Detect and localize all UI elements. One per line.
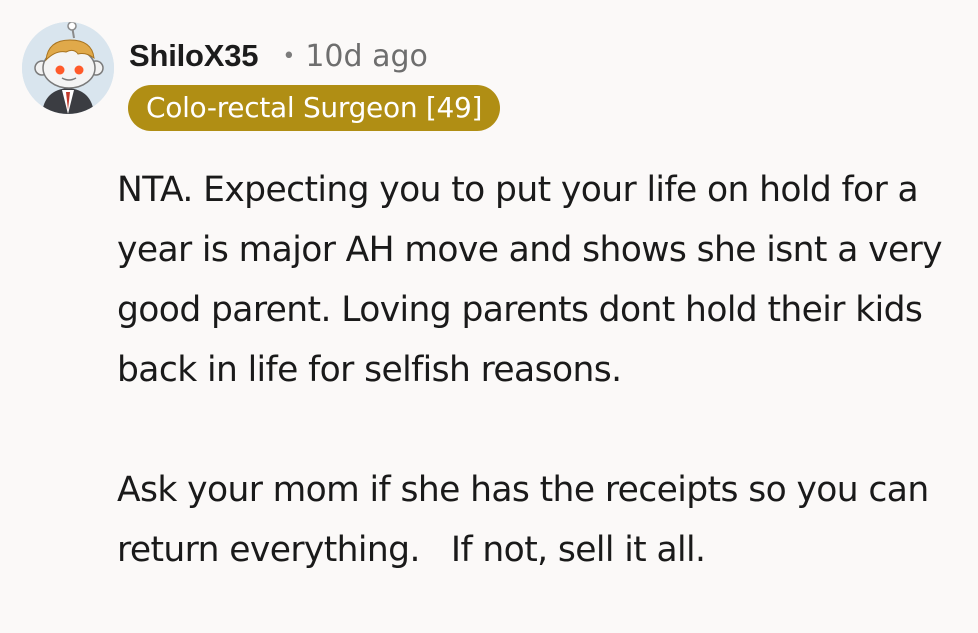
comment-paragraph-1: NTA. Expecting you to put your life on h… xyxy=(117,170,953,390)
user-flair-badge: Colo-rectal Surgeon [49] xyxy=(128,85,501,131)
comment: ShiloX35 • 10d ago Colo-rectal Surgeon [… xyxy=(0,0,978,633)
comment-meta: ShiloX35 • 10d ago xyxy=(129,36,428,76)
timestamp[interactable]: 10d ago xyxy=(305,39,428,74)
comment-paragraph-2: Ask your mom if she has the receipts so … xyxy=(117,470,939,570)
meta-separator: • xyxy=(282,43,296,69)
comment-body: NTA. Expecting you to put your life on h… xyxy=(117,160,967,580)
user-avatar-icon[interactable] xyxy=(22,22,114,114)
author-link[interactable]: ShiloX35 xyxy=(129,38,259,74)
